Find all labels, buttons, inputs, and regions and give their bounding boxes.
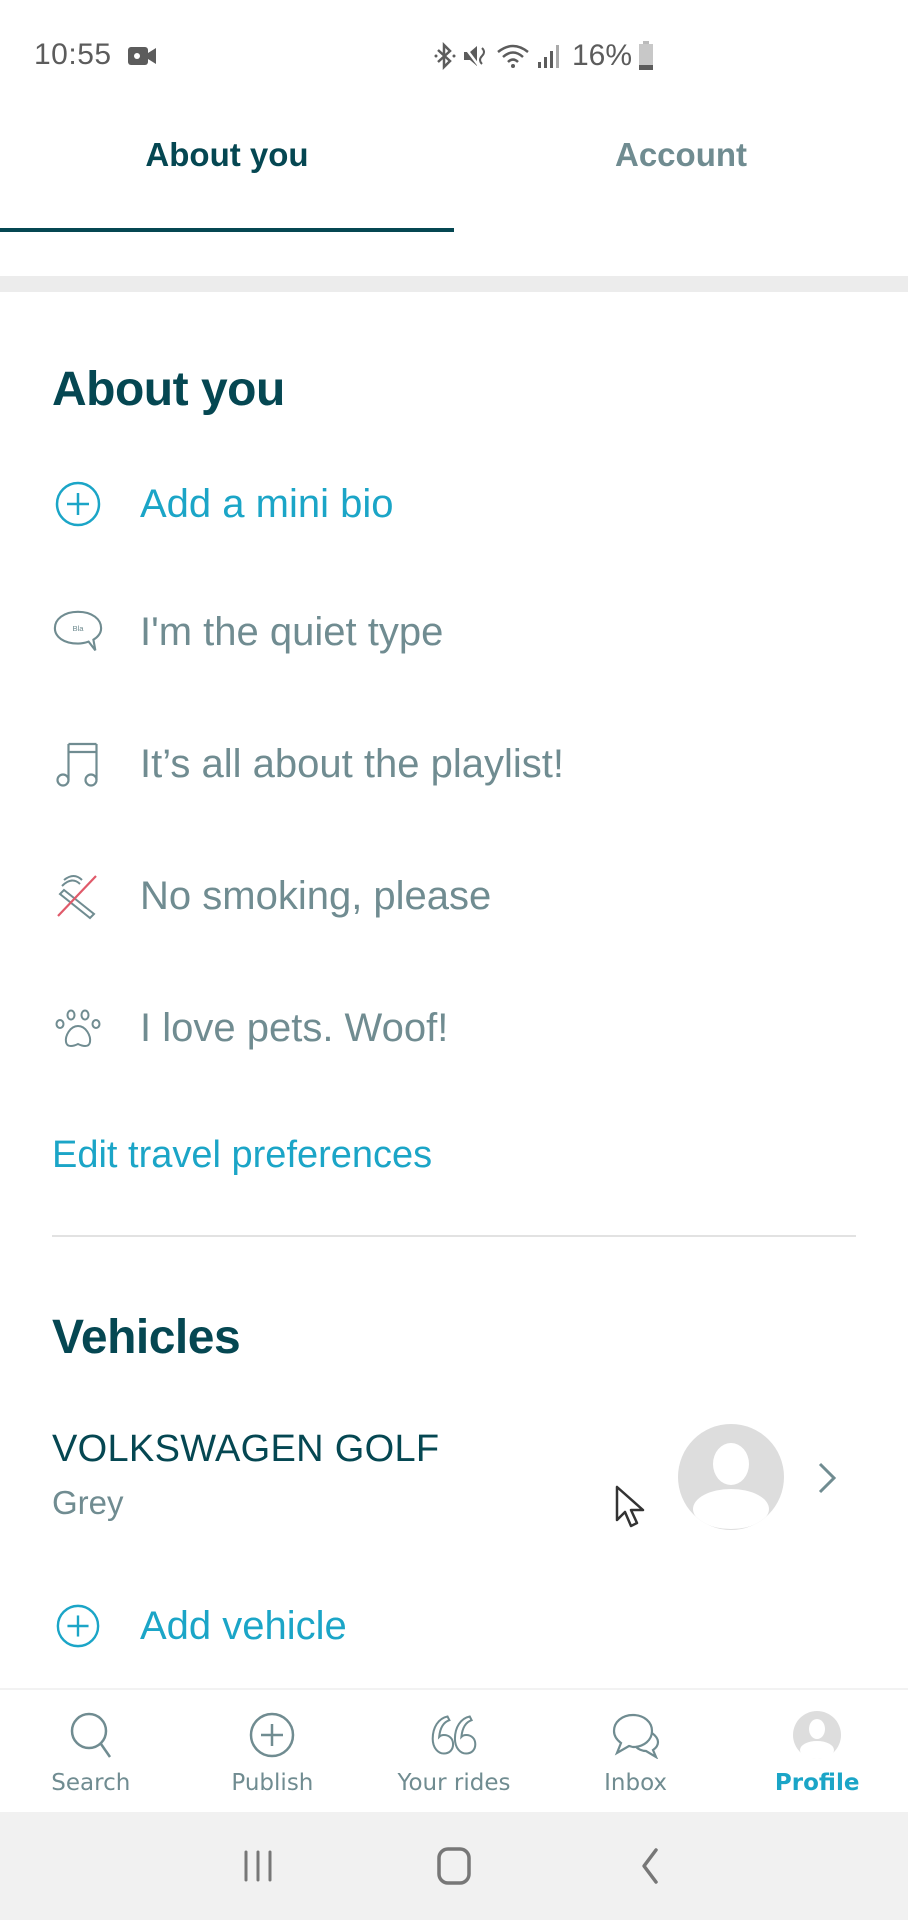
nav-label: Profile [774, 1770, 860, 1796]
preference-music: It’s all about the playlist! [52, 738, 564, 790]
vehicle-color: Grey [52, 1484, 124, 1521]
tab-account[interactable]: Account [454, 100, 908, 234]
preference-pets: I love pets. Woof! [52, 1002, 448, 1054]
profile-tabs: About you Account [0, 100, 908, 234]
svg-text:Bla: Bla [72, 624, 84, 633]
paw-icon [52, 1002, 104, 1054]
music-note-icon [52, 738, 104, 790]
video-record-icon [128, 47, 156, 65]
add-vehicle-button[interactable]: Add vehicle [52, 1600, 347, 1652]
preference-label: I'm the quiet type [140, 609, 444, 654]
about-you-title: About you [52, 363, 285, 416]
nav-profile[interactable]: Profile [726, 1690, 908, 1812]
preference-smoking: No smoking, please [52, 870, 491, 922]
plus-circle-icon [247, 1710, 297, 1760]
section-separator [0, 276, 908, 292]
chat-icon [611, 1710, 661, 1760]
search-icon [66, 1710, 116, 1760]
plus-circle-icon [52, 1600, 104, 1652]
vehicle-name: VOLKSWAGEN GOLF [52, 1428, 440, 1470]
avatar-icon [792, 1710, 842, 1760]
vehicle-avatar [678, 1424, 784, 1530]
battery-percentage: 16% [572, 39, 633, 72]
status-time: 10:55 [34, 38, 112, 71]
active-tab-indicator [0, 228, 454, 232]
add-vehicle-label: Add vehicle [140, 1603, 347, 1648]
vehicles-title: Vehicles [52, 1311, 241, 1364]
back-button[interactable] [620, 1836, 680, 1896]
bottom-navigation: Search Publish Your rides Inbox Profile [0, 1688, 908, 1812]
nav-inbox[interactable]: Inbox [545, 1690, 727, 1812]
mouse-cursor-icon [615, 1485, 645, 1528]
nav-label: Inbox [604, 1770, 668, 1796]
mute-icon [463, 45, 485, 67]
quote-icon [429, 1710, 479, 1760]
status-icons: 16% [434, 36, 654, 76]
home-icon [437, 1847, 471, 1885]
nav-label: Publish [231, 1770, 314, 1796]
section-divider [52, 1235, 856, 1237]
nav-label: Search [51, 1770, 131, 1796]
preference-label: It’s all about the playlist! [140, 741, 564, 786]
add-mini-bio-button[interactable]: Add a mini bio [52, 478, 393, 530]
avatar-placeholder-icon [693, 1443, 769, 1529]
tab-about-you[interactable]: About you [0, 100, 454, 234]
preference-label: No smoking, please [140, 873, 492, 918]
bluetooth-icon [434, 42, 456, 70]
add-mini-bio-label: Add a mini bio [140, 481, 394, 526]
wifi-icon [497, 44, 529, 68]
recent-apps-button[interactable] [228, 1836, 288, 1896]
nav-label: Your rides [397, 1770, 511, 1796]
battery-icon [639, 41, 654, 70]
nav-publish[interactable]: Publish [182, 1690, 364, 1812]
back-icon [642, 1848, 658, 1884]
recent-apps-icon [244, 1850, 272, 1882]
chat-bubble-icon: Bla [52, 606, 104, 658]
no-smoking-icon [52, 870, 104, 922]
edit-travel-preferences-link[interactable]: Edit travel preferences [52, 1134, 432, 1177]
preference-chattiness: Bla I'm the quiet type [52, 606, 443, 658]
system-navigation-bar [0, 1812, 908, 1920]
nav-your-rides[interactable]: Your rides [363, 1690, 545, 1812]
plus-circle-icon [52, 478, 104, 530]
chevron-right-icon[interactable] [814, 1458, 840, 1498]
home-button[interactable] [424, 1836, 484, 1896]
preference-label: I love pets. Woof! [140, 1005, 449, 1050]
nav-search[interactable]: Search [0, 1690, 182, 1812]
signal-icon [538, 45, 559, 68]
status-bar: 10:55 16% [0, 0, 908, 100]
